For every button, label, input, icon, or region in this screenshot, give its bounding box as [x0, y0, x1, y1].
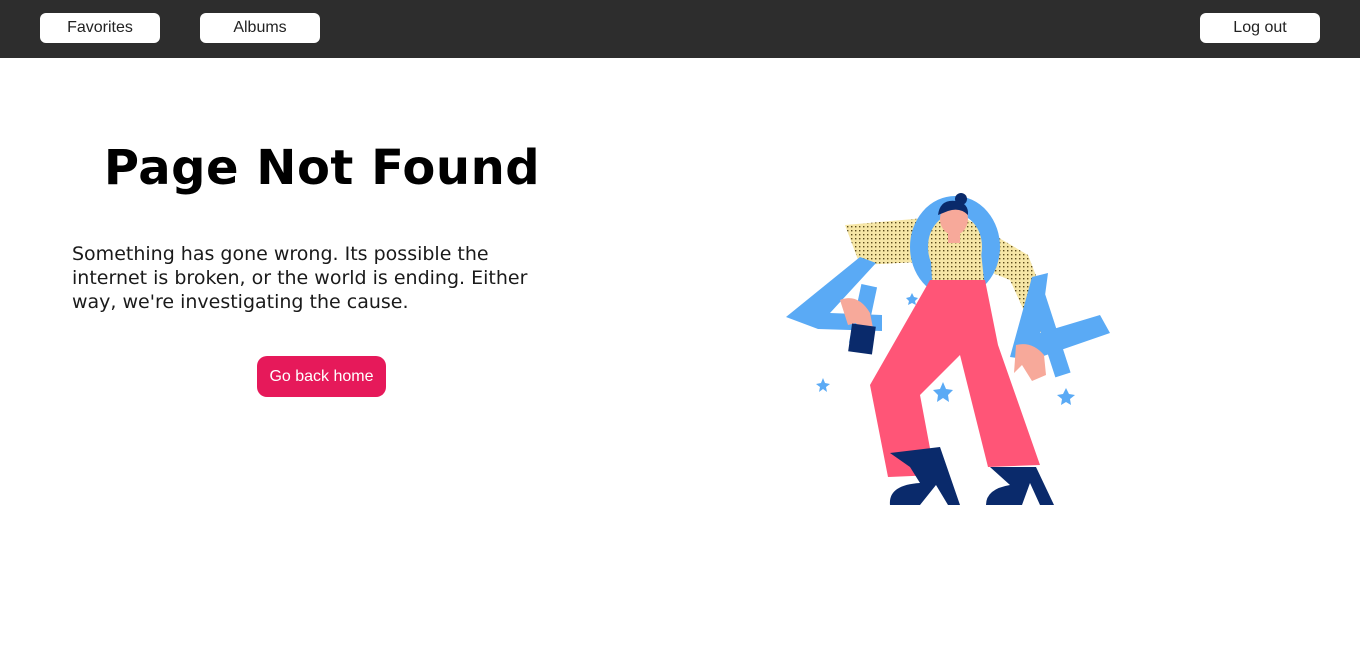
star-icon [1057, 388, 1075, 405]
logout-button[interactable]: Log out [1200, 13, 1320, 43]
star-icon [933, 382, 953, 402]
pants [870, 280, 1040, 477]
top-navbar: Favorites Albums Log out [0, 0, 1360, 58]
left-cuff [848, 323, 876, 355]
star-icon [816, 378, 830, 392]
right-shoe [986, 467, 1054, 505]
neck [948, 231, 960, 243]
404-illustration [786, 193, 1110, 505]
error-message: Something has gone wrong. Its possible t… [72, 243, 528, 313]
torso [930, 243, 984, 280]
go-back-home-button[interactable]: Go back home [257, 356, 386, 397]
albums-button[interactable]: Albums [200, 13, 320, 43]
favorites-button[interactable]: Favorites [40, 13, 160, 43]
star-icon [906, 293, 918, 305]
page-title: Page Not Found [103, 140, 541, 196]
